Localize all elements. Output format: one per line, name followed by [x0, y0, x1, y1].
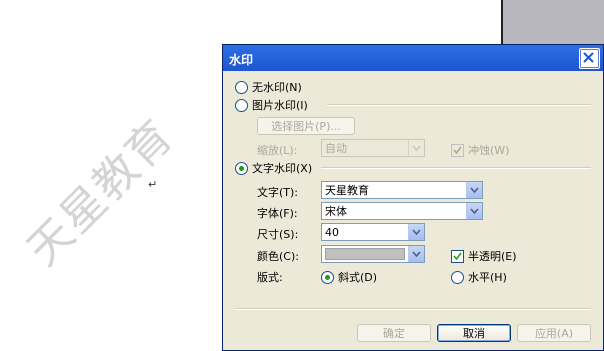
- layout-label: 版式:: [257, 271, 283, 284]
- close-button[interactable]: [579, 48, 600, 69]
- font-select[interactable]: 宋体: [321, 202, 483, 220]
- radio-circle[interactable]: [235, 98, 248, 112]
- text-label: 文字(T):: [257, 186, 299, 199]
- washout-checkbox[interactable]: 冲蚀(W): [451, 142, 509, 158]
- radio-horizontal-label: 水平(H): [468, 271, 507, 284]
- separator: [327, 104, 591, 106]
- cancel-button[interactable]: 取消: [437, 324, 511, 342]
- chevron-down-icon[interactable]: [408, 246, 424, 262]
- color-swatch: [325, 248, 405, 260]
- scale-value: 自动: [325, 142, 347, 155]
- paragraph-mark: ↵: [148, 178, 158, 191]
- radio-no-watermark-label: 无水印(N): [252, 81, 302, 94]
- radio-picture-watermark[interactable]: 图片水印(I): [235, 97, 308, 113]
- size-value: 40: [325, 225, 339, 239]
- checkbox-box[interactable]: [451, 143, 464, 157]
- close-icon: [583, 52, 594, 63]
- radio-text-watermark-label: 文字水印(X): [252, 162, 313, 175]
- chevron-down-icon[interactable]: [466, 182, 482, 198]
- apply-button[interactable]: 应用(A): [517, 324, 591, 342]
- semi-transparent-label: 半透明(E): [468, 250, 517, 263]
- radio-diagonal[interactable]: 斜式(D): [321, 269, 377, 285]
- chevron-down-icon[interactable]: [408, 224, 424, 240]
- radio-horizontal[interactable]: 水平(H): [451, 269, 507, 285]
- select-picture-button[interactable]: 选择图片(P)...: [257, 117, 355, 135]
- size-select[interactable]: 40: [321, 223, 425, 241]
- separator: [321, 167, 591, 169]
- washout-label: 冲蚀(W): [468, 144, 510, 157]
- dialog-title: 水印: [229, 53, 254, 67]
- size-label: 尺寸(S):: [257, 228, 299, 241]
- dialog-titlebar[interactable]: 水印: [223, 45, 603, 71]
- scale-select[interactable]: 自动: [321, 139, 425, 157]
- radio-circle-selected[interactable]: [321, 270, 334, 284]
- radio-circle-selected[interactable]: [235, 161, 248, 175]
- ok-button[interactable]: 确定: [357, 324, 431, 342]
- chevron-down-icon[interactable]: [408, 140, 424, 156]
- color-select[interactable]: [321, 245, 425, 263]
- radio-circle[interactable]: [235, 80, 248, 94]
- window-edge: [501, 0, 604, 44]
- radio-picture-watermark-label: 图片水印(I): [252, 99, 308, 112]
- text-select[interactable]: 天星教育: [321, 181, 483, 199]
- text-value: 天星教育: [325, 184, 369, 197]
- scale-label: 缩放(L):: [257, 144, 298, 157]
- semi-transparent-checkbox[interactable]: 半透明(E): [451, 248, 517, 264]
- radio-circle[interactable]: [451, 270, 464, 284]
- font-label: 字体(F):: [257, 207, 298, 220]
- checkbox-box[interactable]: [451, 249, 464, 263]
- radio-diagonal-label: 斜式(D): [338, 271, 378, 284]
- font-value: 宋体: [325, 205, 347, 218]
- separator: [235, 308, 591, 310]
- radio-text-watermark[interactable]: 文字水印(X): [235, 160, 312, 176]
- watermark-dialog: 水印 无水印(N) 图片水印(I) 选择图片(P)... 缩放(L): 自动 冲…: [222, 44, 604, 351]
- chevron-down-icon[interactable]: [466, 203, 482, 219]
- color-label: 颜色(C):: [257, 250, 299, 263]
- radio-no-watermark[interactable]: 无水印(N): [235, 79, 302, 95]
